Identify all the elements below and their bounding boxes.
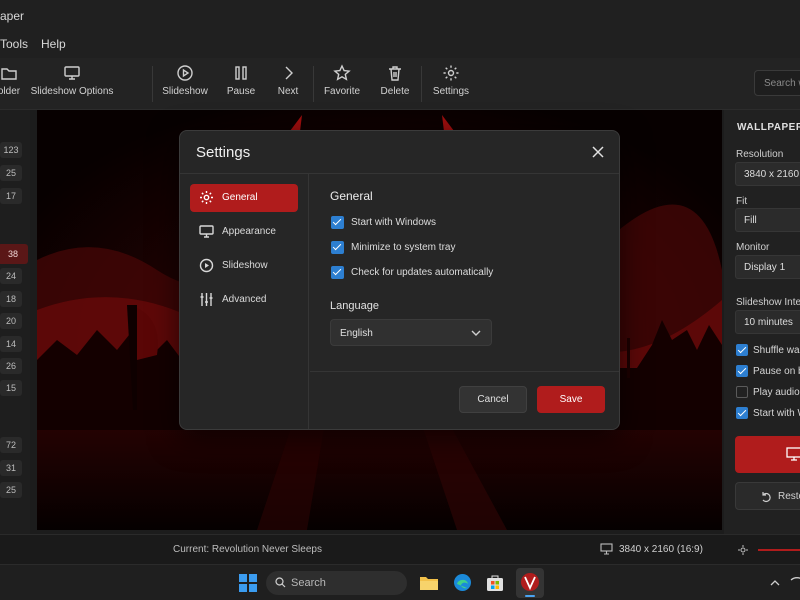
nav-appearance[interactable]: Appearance bbox=[190, 218, 298, 246]
save-button[interactable]: Save bbox=[537, 386, 605, 413]
start-with-windows-label: Start with Windows bbox=[351, 217, 437, 228]
settings-content: General Start with Windows Minimize to s… bbox=[310, 174, 619, 429]
close-button[interactable] bbox=[590, 144, 606, 160]
modal-overlay: Settings General Appearance Slideshow Ad… bbox=[0, 0, 800, 600]
gear-icon bbox=[200, 191, 213, 204]
nav-label: Slideshow bbox=[222, 260, 268, 271]
sliders-icon bbox=[200, 293, 213, 306]
nav-label: Advanced bbox=[222, 294, 267, 305]
nav-label: General bbox=[222, 192, 258, 203]
monitor-icon bbox=[199, 225, 214, 238]
section-title: General bbox=[330, 189, 373, 203]
minimize-to-tray-label: Minimize to system tray bbox=[351, 242, 456, 253]
play-circle-icon bbox=[199, 258, 214, 273]
nav-label: Appearance bbox=[222, 226, 276, 237]
settings-nav: General Appearance Slideshow Advanced bbox=[180, 174, 309, 429]
language-value: English bbox=[340, 328, 373, 339]
nav-slideshow[interactable]: Slideshow bbox=[190, 252, 298, 280]
check-updates-label: Check for updates automatically bbox=[351, 267, 494, 278]
minimize-to-tray-checkbox[interactable] bbox=[331, 241, 344, 254]
cancel-button[interactable]: Cancel bbox=[459, 386, 527, 413]
close-icon bbox=[592, 146, 604, 158]
language-label: Language bbox=[330, 300, 379, 312]
settings-dialog: Settings General Appearance Slideshow Ad… bbox=[179, 130, 620, 430]
nav-advanced[interactable]: Advanced bbox=[190, 286, 298, 314]
footer-divider bbox=[310, 371, 619, 372]
nav-general[interactable]: General bbox=[190, 184, 298, 212]
wallpaper-app-window: aper Tools Help older Slideshow Options … bbox=[0, 0, 800, 600]
chevron-down-icon bbox=[471, 330, 481, 336]
check-updates-checkbox[interactable] bbox=[331, 266, 344, 279]
start-with-windows-checkbox[interactable] bbox=[331, 216, 344, 229]
dialog-title: Settings bbox=[196, 144, 251, 161]
language-select[interactable]: English bbox=[330, 319, 492, 346]
